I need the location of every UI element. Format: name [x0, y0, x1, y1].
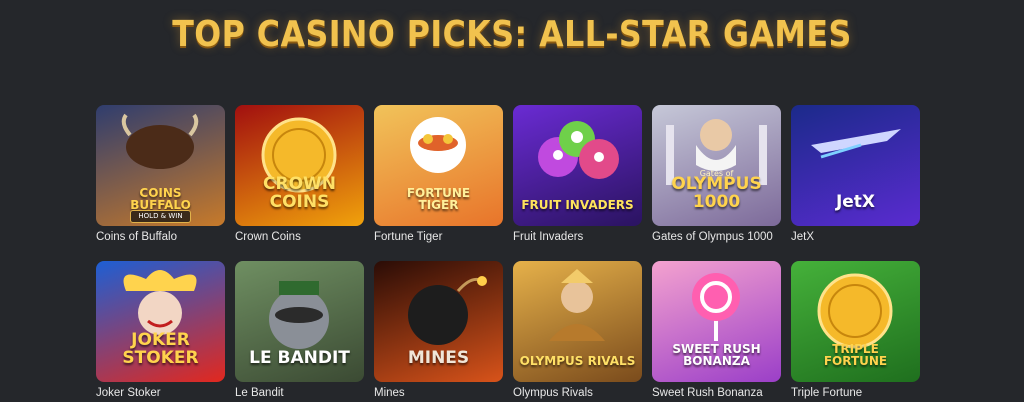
coin-icon	[817, 273, 893, 349]
game-thumbnail[interactable]: JOKER STOKER	[96, 261, 225, 382]
buffalo-icon	[121, 113, 199, 169]
page-title: TOP CASINO PICKS: ALL-STAR GAMES	[172, 14, 852, 55]
game-thumbnail-title: MINES	[407, 348, 470, 369]
game-thumbnail-title: SWEET RUSH BONANZA	[672, 341, 761, 369]
game-card-5[interactable]: OLYMPUS 1000 Gates of Gates of Olympus 1…	[652, 105, 781, 243]
game-card-10[interactable]: OLYMPUS RIVALS Olympus Rivals	[513, 261, 642, 399]
game-thumbnail-title: JetX	[835, 192, 876, 213]
game-name[interactable]: Fruit Invaders	[513, 231, 642, 243]
game-thumbnail[interactable]: FRUIT INVADERS	[513, 105, 642, 226]
game-grid: COINS BUFFALO HOLD & WIN Coins of Buffal…	[96, 105, 920, 399]
game-name[interactable]: Sweet Rush Bonanza	[652, 387, 781, 399]
game-name[interactable]: Olympus Rivals	[513, 387, 642, 399]
game-name[interactable]: Gates of Olympus 1000	[652, 231, 781, 243]
game-thumbnail-title: FRUIT INVADERS	[521, 198, 634, 213]
game-thumbnail-title: FORTUNE TIGER	[406, 185, 471, 213]
game-name[interactable]: Mines	[374, 387, 503, 399]
game-thumbnail-title: CROWN COINS	[263, 174, 336, 213]
tiger-icon	[410, 117, 466, 173]
game-thumbnail-title: TRIPLE FORTUNE	[823, 341, 888, 369]
game-thumbnail-title: OLYMPUS 1000	[671, 174, 762, 213]
game-card-8[interactable]: LE BANDIT Le Bandit	[235, 261, 364, 399]
game-card-2[interactable]: CROWN COINS Crown Coins	[235, 105, 364, 243]
game-thumbnail[interactable]: TRIPLE FORTUNE	[791, 261, 920, 382]
warrior-icon	[549, 269, 605, 341]
game-name[interactable]: Triple Fortune	[791, 387, 920, 399]
game-card-3[interactable]: FORTUNE TIGER Fortune Tiger	[374, 105, 503, 243]
game-thumbnail[interactable]: LE BANDIT	[235, 261, 364, 382]
lollipop-icon	[692, 273, 740, 341]
alien-icon	[538, 121, 619, 179]
joker-icon	[123, 270, 197, 335]
game-thumbnail[interactable]: OLYMPUS RIVALS	[513, 261, 642, 382]
game-thumbnail-title: LE BANDIT	[249, 348, 350, 369]
bomb-icon	[408, 276, 487, 345]
game-name[interactable]: Le Bandit	[235, 387, 364, 399]
game-card-9[interactable]: MINES Mines	[374, 261, 503, 399]
jet-icon	[811, 129, 901, 159]
game-name[interactable]: Coins of Buffalo	[96, 231, 225, 243]
game-thumbnail[interactable]: OLYMPUS 1000 Gates of	[652, 105, 781, 226]
game-thumbnail[interactable]: JetX	[791, 105, 920, 226]
game-name[interactable]: Crown Coins	[235, 231, 364, 243]
game-card-11[interactable]: SWEET RUSH BONANZA Sweet Rush Bonanza	[652, 261, 781, 399]
game-thumbnail-title: OLYMPUS RIVALS	[519, 354, 636, 369]
game-thumbnail[interactable]: SWEET RUSH BONANZA	[652, 261, 781, 382]
game-thumbnail[interactable]: FORTUNE TIGER	[374, 105, 503, 226]
game-thumbnail-title: JOKER STOKER	[122, 330, 199, 369]
game-caption: Gates of	[699, 169, 734, 178]
raccoon-icon	[269, 281, 329, 349]
game-thumbnail-title: COINS BUFFALO	[130, 185, 191, 213]
game-card-6[interactable]: JetX JetX	[791, 105, 920, 243]
game-card-4[interactable]: FRUIT INVADERS Fruit Invaders	[513, 105, 642, 243]
game-name[interactable]: Joker Stoker	[96, 387, 225, 399]
game-badge: HOLD & WIN	[130, 210, 191, 223]
game-thumbnail[interactable]: CROWN COINS	[235, 105, 364, 226]
game-name[interactable]: Fortune Tiger	[374, 231, 503, 243]
game-thumbnail[interactable]: MINES	[374, 261, 503, 382]
game-name[interactable]: JetX	[791, 231, 920, 243]
game-thumbnail[interactable]: COINS BUFFALO HOLD & WIN	[96, 105, 225, 226]
game-card-1[interactable]: COINS BUFFALO HOLD & WIN Coins of Buffal…	[96, 105, 225, 243]
game-card-7[interactable]: JOKER STOKER Joker Stoker	[96, 261, 225, 399]
game-card-12[interactable]: TRIPLE FORTUNE Triple Fortune	[791, 261, 920, 399]
